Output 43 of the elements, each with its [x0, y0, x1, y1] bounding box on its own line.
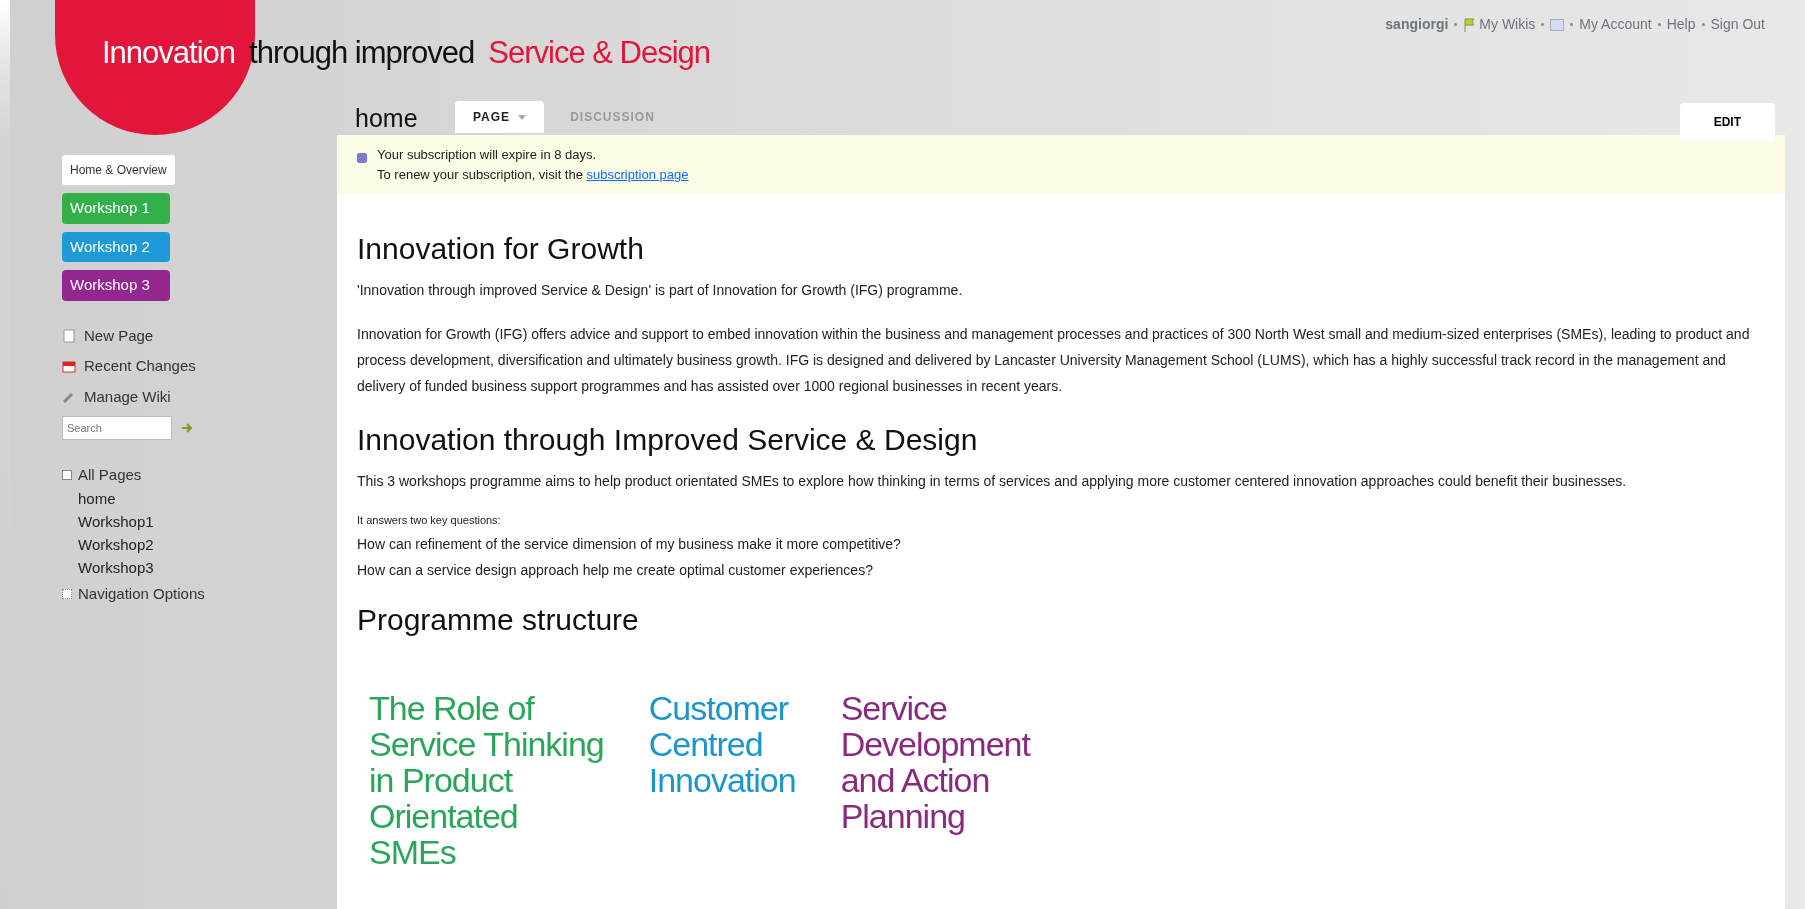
tree-item[interactable]: All Pages [78, 464, 142, 487]
info-icon [357, 153, 367, 163]
search-field[interactable]: Search [62, 416, 172, 440]
page-icon [62, 328, 76, 343]
title-text: Service & Design [488, 34, 711, 72]
sidebar-link[interactable]: Manage Wiki [62, 385, 337, 408]
header-link[interactable]: Sign Out [1710, 14, 1765, 35]
programme-module-title[interactable]: Service Development and Action Planning [840, 689, 1030, 870]
section-heading: Programme structure [357, 601, 640, 638]
subscription-link[interactable]: subscription page [586, 166, 689, 182]
tree-item[interactable]: Workshop2 [78, 532, 337, 556]
paragraph: This 3 workshops programme aims to help product orientated SMEs to explore how thinking in terms of services and applying more customer centered innovation approaches could benefit their businesses. [357, 472, 1628, 491]
edit-button[interactable]: EDIT [1679, 103, 1775, 141]
header-link[interactable]: My Account [1579, 14, 1652, 35]
search-icon[interactable] [180, 421, 194, 435]
paragraph: Innovation for Growth (IFG) offers advice and support to embed innovation within the business and management processes and practices of 300 North West small and medium-sized enterprises (SMEs), leading to product and process development, diversification and ultimately business growth. IFG is designed and delivered by Lancaster University Management School (LUMS), which has a highly successful track record in the management and delivery of funded business support programmes and has assisted over 1000 regional businesses in recent years. [357, 325, 1751, 396]
notice-text: To renew your subscription, visit the subscription page [377, 165, 689, 184]
tree-item[interactable]: home [78, 486, 337, 510]
question-text: How can a service design approach help me create optimal customer experiences? [357, 560, 874, 580]
profile-icon[interactable] [1550, 18, 1565, 31]
flag-icon [1463, 17, 1476, 32]
workshop-button[interactable]: Workshop 3 [62, 270, 170, 301]
sidebar-link[interactable]: Recent Changes [62, 355, 337, 378]
section-heading: Innovation for Growth [357, 231, 645, 267]
paragraph: It answers two key questions: [357, 513, 502, 528]
question-text: How can refinement of the service dimension of my business make it more competitive? [357, 534, 902, 554]
paragraph: 'Innovation through improved Service & Design' is part of Innovation for Growth (IFG) programme. [357, 281, 964, 300]
calendar-icon [62, 359, 76, 374]
page-title: home [355, 103, 418, 134]
tree-item[interactable]: Workshop3 [78, 555, 337, 579]
notice-text: Your subscription will expire in 8 days. [377, 146, 598, 164]
expand-toggle[interactable] [62, 588, 72, 599]
sidebar-link[interactable]: New Page [62, 324, 337, 347]
title-text: Innovation [102, 34, 236, 72]
section-heading: Innovation through Improved Service & Design [357, 422, 979, 458]
collapse-toggle[interactable] [62, 470, 72, 481]
username: sangiorgi [1385, 15, 1449, 34]
my-wikis-link[interactable]: My Wikis [1463, 14, 1536, 35]
home-overview-link[interactable]: Home & Overview [62, 155, 175, 185]
page-tab[interactable]: PAGE [455, 101, 545, 133]
tree-item[interactable]: Workshop1 [78, 509, 337, 533]
tree-item[interactable]: Navigation Options [78, 582, 205, 605]
header-link[interactable]: Help [1666, 14, 1696, 35]
